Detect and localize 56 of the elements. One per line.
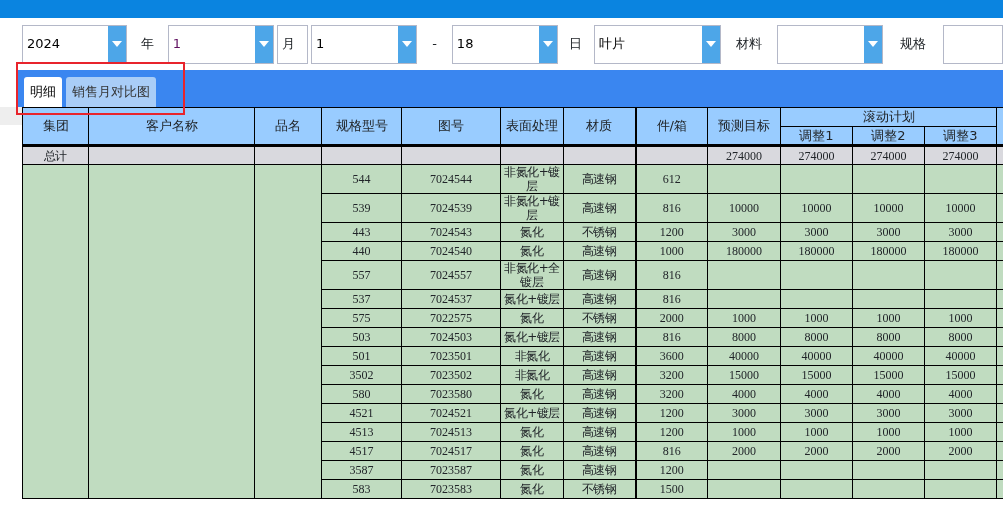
table-cell: 274000 (924, 145, 997, 165)
column-header: 滚动计划 (780, 107, 997, 127)
table-cell: 557 (321, 260, 402, 290)
dropdown[interactable]: 2024 (22, 24, 128, 64)
column-header: 规格型号 (321, 107, 402, 146)
dropdown[interactable]: 1 (167, 24, 274, 64)
dropdown[interactable]: 1 (310, 24, 418, 64)
side-panel (0, 107, 22, 125)
field-label: - (431, 35, 438, 54)
column-header: 材质 (563, 107, 636, 146)
caret-icon (402, 41, 413, 47)
column-header: 图号 (401, 107, 501, 146)
column-header: 件/箱 (635, 107, 708, 146)
field-label: 年 (139, 35, 155, 54)
table-cell: 7024539 (401, 193, 501, 223)
caret-icon (112, 41, 123, 47)
table-cell: 10000 (780, 193, 853, 223)
table-cell: 10000 (707, 193, 781, 223)
column-header: 预测目标 (707, 107, 781, 146)
tab[interactable]: 明细 (24, 77, 62, 107)
table-cell: 816 (635, 193, 708, 223)
input-field[interactable] (943, 24, 1003, 64)
dropdown[interactable]: 叶片 (593, 24, 722, 64)
table-cell: 816 (635, 260, 708, 290)
table-cell: 非氮化+镀层 (500, 193, 564, 223)
caret-icon (543, 41, 554, 47)
table-cell: 10000 (924, 193, 997, 223)
table-cell: 274000 (707, 145, 781, 165)
table-cell: 10000 (852, 193, 925, 223)
table-cell: 612 (635, 164, 708, 194)
dropdown[interactable] (777, 24, 884, 64)
table-cell: 高速钢 (563, 260, 636, 290)
caret-icon (258, 41, 269, 47)
field-label: 月 (276, 24, 308, 64)
table-cell: 非氮化+全镀层 (500, 260, 564, 290)
column-header: 品名 (254, 107, 322, 146)
dropdown[interactable]: 18 (451, 24, 559, 64)
table-cell: 非氮化+镀层 (500, 164, 564, 194)
caret-icon (706, 41, 717, 47)
tab[interactable]: 销售月对比图 (66, 77, 156, 107)
table-cell: 274000 (852, 145, 925, 165)
table-cell: 7024557 (401, 260, 501, 290)
table-cell: 7024544 (401, 164, 501, 194)
total-label: 总计 (22, 145, 89, 165)
table-cell: 274000 (780, 145, 853, 165)
field-label: 规格 (899, 35, 928, 54)
column-header: 集团 (22, 107, 89, 146)
column-header: 客户名称 (88, 107, 255, 146)
caret-icon (868, 41, 879, 47)
table-cell: 高速钢 (563, 193, 636, 223)
table-cell: 高速钢 (563, 164, 636, 194)
field-label: 日 (568, 35, 584, 54)
table-cell: 544 (321, 164, 402, 194)
column-header: 表面处理 (500, 107, 564, 146)
table-cell: 539 (321, 193, 402, 223)
field-label: 材料 (735, 35, 764, 54)
